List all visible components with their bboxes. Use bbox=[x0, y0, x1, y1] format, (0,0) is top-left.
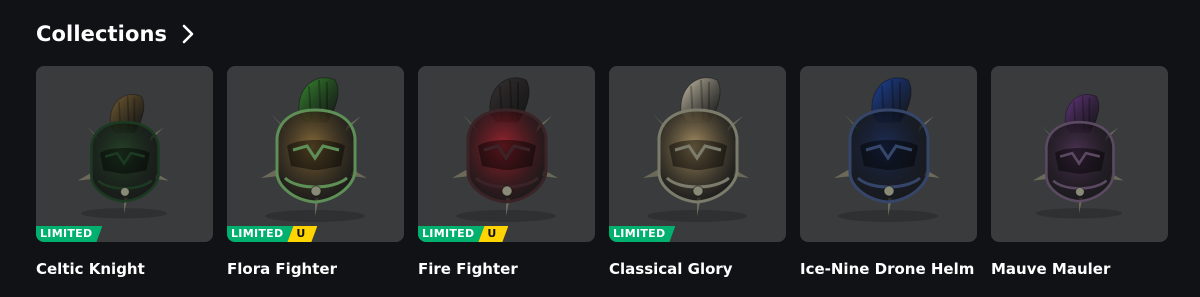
item-name[interactable]: Flora Fighter bbox=[227, 259, 404, 279]
limited-badge: LIMITED bbox=[36, 226, 102, 242]
item-name[interactable]: Mauve Mauler bbox=[991, 259, 1168, 279]
item-thumbnail[interactable]: LIMITED U bbox=[227, 66, 404, 242]
item-thumbnail[interactable] bbox=[991, 66, 1168, 242]
limited-label: LIMITED bbox=[609, 226, 675, 242]
limited-badge: LIMITED bbox=[609, 226, 675, 242]
item-name[interactable]: Ice-Nine Drone Helm bbox=[800, 259, 977, 279]
helmet-image bbox=[1032, 94, 1124, 219]
collection-item-card[interactable]: LIMITED Classical Glory bbox=[609, 66, 786, 279]
item-thumbnail[interactable]: LIMITED U bbox=[418, 66, 595, 242]
item-name[interactable]: Classical Glory bbox=[609, 259, 786, 279]
collection-item-card[interactable]: Mauve Mauler bbox=[991, 66, 1168, 279]
helmet-image bbox=[261, 77, 367, 222]
item-thumbnail[interactable]: LIMITED bbox=[36, 66, 213, 242]
limited-label: LIMITED bbox=[227, 226, 293, 242]
chevron-right-icon[interactable] bbox=[177, 23, 199, 45]
collection-item-card[interactable]: LIMITED Celtic Knight bbox=[36, 66, 213, 279]
item-thumbnail[interactable] bbox=[800, 66, 977, 242]
helmet-image bbox=[77, 94, 169, 219]
helmet-image bbox=[643, 77, 749, 222]
limited-label: LIMITED bbox=[418, 226, 484, 242]
collection-item-card[interactable]: LIMITED U Flora Fighter bbox=[227, 66, 404, 279]
collection-item-card[interactable]: Ice-Nine Drone Helm bbox=[800, 66, 977, 279]
item-name[interactable]: Fire Fighter bbox=[418, 259, 595, 279]
helmet-image bbox=[834, 77, 940, 222]
collection-item-card[interactable]: LIMITED U Fire Fighter bbox=[418, 66, 595, 279]
collections-header[interactable]: Collections bbox=[36, 20, 199, 48]
section-title[interactable]: Collections bbox=[36, 20, 167, 48]
limited-badge: LIMITED U bbox=[418, 226, 508, 242]
item-thumbnail[interactable]: LIMITED bbox=[609, 66, 786, 242]
collection-items-grid: LIMITED Celtic Knight LIMITED U Flora Fi… bbox=[36, 66, 1168, 279]
item-name[interactable]: Celtic Knight bbox=[36, 259, 213, 279]
limited-badge: LIMITED U bbox=[227, 226, 317, 242]
helmet-image bbox=[452, 77, 558, 222]
limited-label: LIMITED bbox=[36, 226, 102, 242]
collections-section: Collections LIMITED Celtic Knight LIMITE… bbox=[0, 0, 1200, 297]
